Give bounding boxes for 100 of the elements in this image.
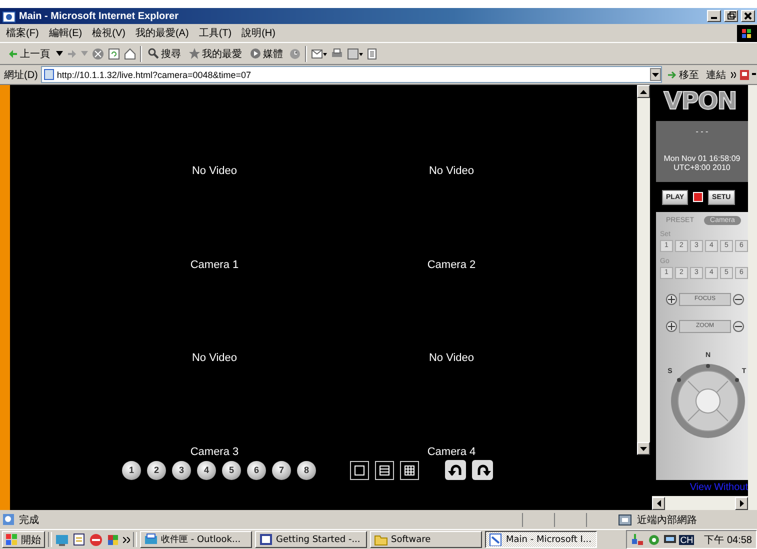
logo: VPON	[664, 87, 736, 115]
menu-item[interactable]: 工具(T)	[198, 26, 232, 40]
channel-button[interactable]: 3	[172, 460, 191, 480]
links-button[interactable]: 連結	[704, 68, 728, 82]
start-button[interactable]: 開始	[2, 531, 45, 548]
scrollbar[interactable]	[637, 85, 650, 455]
stop-icon[interactable]	[92, 48, 104, 60]
layout-single-icon	[353, 464, 366, 476]
window-title: Main - Microsoft Internet Explorer	[19, 10, 180, 22]
clock: 下午 04:58	[704, 534, 752, 546]
layout-button[interactable]	[375, 460, 394, 480]
network-icon[interactable]	[631, 533, 646, 546]
back-button[interactable]: 上一頁	[6, 44, 52, 62]
no-video-message: No Video	[192, 165, 238, 177]
recycle-icon[interactable]	[647, 533, 662, 546]
camera-label: Camera 3	[190, 446, 239, 458]
chevron-icon[interactable]	[123, 536, 130, 542]
scroll-down-icon[interactable]	[640, 446, 647, 450]
zone-text: 近端內部網路	[637, 514, 698, 526]
rotate-ccw-icon	[448, 464, 464, 476]
folder-icon	[374, 533, 388, 546]
windows-logo-icon	[737, 24, 757, 42]
zoom-out-button[interactable]	[733, 320, 744, 332]
taskbar-button[interactable]: Software	[370, 531, 482, 548]
notepad-icon[interactable]	[72, 533, 86, 546]
page-scrollbar[interactable]	[748, 85, 757, 510]
plus-icon	[668, 296, 675, 303]
close-button[interactable]	[741, 10, 755, 22]
timezone-text: UTC+8:00 2010	[674, 163, 730, 172]
windows-logo-icon	[6, 534, 18, 545]
channel-button[interactable]: 4	[197, 460, 216, 480]
channel-button[interactable]: 5	[222, 460, 241, 480]
no-video-message: No Video	[192, 352, 238, 364]
media-icon	[250, 48, 261, 59]
scroll-left-icon[interactable]	[656, 500, 660, 507]
outlook-icon	[144, 533, 158, 546]
magnifier-icon	[148, 48, 159, 59]
minimize-button[interactable]	[707, 10, 721, 22]
channel-button[interactable]: 6	[247, 460, 266, 480]
media-button[interactable]: 媒體	[248, 44, 285, 62]
layout-rows-icon	[378, 464, 391, 476]
taskbar-button[interactable]: Main - Microsoft I...	[485, 531, 597, 548]
menu-item[interactable]: 檢視(V)	[92, 26, 126, 40]
menu-item[interactable]: 我的最愛(A)	[135, 26, 189, 40]
address-field[interactable]: http://10.1.1.32/live.html?camera=0048&time=07	[40, 66, 662, 83]
search-button[interactable]: 搜尋	[146, 44, 183, 62]
edit-icon[interactable]	[347, 48, 363, 60]
camera-label: Camera 4	[427, 446, 476, 458]
taskbar-button[interactable]: 收件匣 - Outlook...	[140, 531, 252, 548]
refresh-icon[interactable]	[108, 48, 120, 60]
close-icon	[743, 11, 753, 21]
go-button[interactable]: 移至	[665, 68, 701, 82]
channel-button[interactable]: 1	[122, 460, 141, 480]
menu-item[interactable]: 說明(H)	[242, 26, 276, 40]
caret-icon[interactable]	[56, 51, 63, 56]
no-video-message: No Video	[428, 352, 474, 364]
channel-button[interactable]: 7	[272, 460, 291, 480]
browser-icon	[489, 533, 503, 546]
go-arrow-icon	[667, 70, 677, 80]
restore-icon	[726, 11, 736, 21]
printer-icon[interactable]	[331, 48, 343, 60]
scroll-right-icon[interactable]	[740, 500, 744, 507]
dropdown-caret-icon[interactable]	[652, 72, 659, 76]
document-icon	[259, 533, 273, 546]
left-arrow-icon	[8, 48, 18, 58]
status-text: 完成	[19, 514, 39, 526]
horizontal-scrollbar[interactable]	[652, 496, 748, 510]
network-icon	[618, 512, 634, 526]
no-video-message: No Video	[428, 165, 474, 177]
scroll-up-icon[interactable]	[640, 90, 647, 94]
focus-out-button[interactable]	[733, 294, 744, 305]
history-icon[interactable]	[289, 48, 301, 60]
menu-item[interactable]: 編輯(E)	[48, 26, 82, 40]
focus-in-button[interactable]	[666, 294, 677, 305]
monitor-icon[interactable]	[663, 533, 678, 546]
menu-item[interactable]: 檔案(F)	[6, 26, 39, 40]
layout-grid-icon	[403, 464, 416, 476]
page-icon	[44, 69, 54, 80]
mail-icon[interactable]	[311, 48, 327, 60]
zoom-in-button[interactable]	[666, 320, 677, 332]
rotate-button[interactable]	[472, 460, 493, 480]
camera-label: Camera 2	[427, 259, 476, 271]
date-text: Mon Nov 01 16:58:09	[664, 154, 740, 163]
record-button[interactable]	[693, 192, 704, 202]
layout-button[interactable]	[350, 460, 369, 480]
taskbar-button[interactable]: Getting Started -...	[255, 531, 367, 548]
status-text: - - -	[696, 127, 708, 136]
chevron-icon	[731, 72, 736, 78]
layout-button[interactable]	[400, 460, 419, 480]
input-method-indicator[interactable]: CH	[679, 534, 694, 544]
channel-button[interactable]: 2	[147, 460, 166, 480]
restore-button[interactable]	[724, 10, 738, 22]
plus-icon	[668, 322, 675, 330]
home-icon[interactable]	[124, 48, 136, 60]
channel-button[interactable]: 8	[297, 460, 316, 480]
camera-label: Camera 1	[190, 259, 239, 271]
document-icon[interactable]	[367, 48, 377, 60]
rotate-button[interactable]	[445, 460, 466, 480]
desktop-icon[interactable]	[55, 533, 69, 546]
favorites-button[interactable]: 我的最愛	[187, 44, 244, 62]
